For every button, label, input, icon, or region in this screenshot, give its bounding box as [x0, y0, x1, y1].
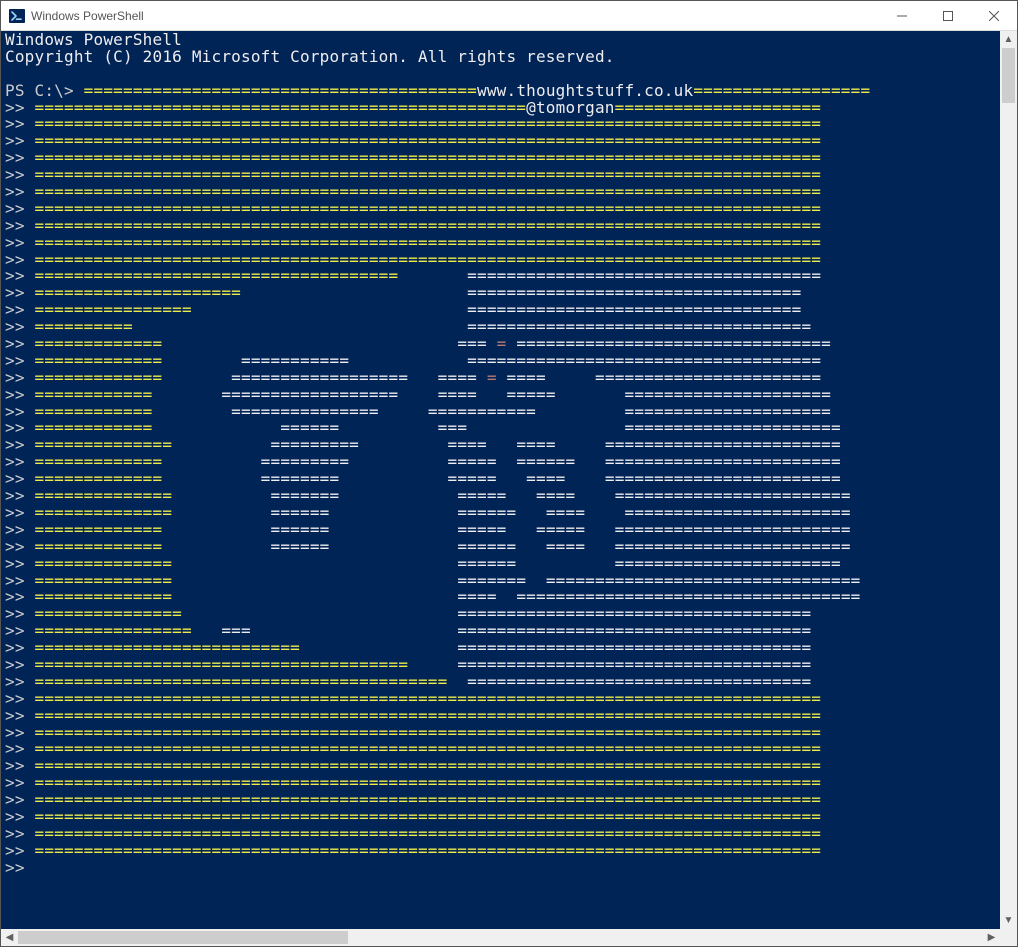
console-line: Copyright (C) 2016 Microsoft Corporation… — [5, 49, 1000, 66]
vertical-scroll-track[interactable] — [1000, 48, 1017, 912]
horizontal-scrollbar[interactable]: ◀ ▶ — [1, 929, 1017, 946]
scroll-down-arrow-icon[interactable]: ▼ — [1000, 912, 1017, 929]
scrollbar-corner — [1000, 929, 1017, 946]
powershell-icon — [9, 8, 25, 24]
horizontal-scroll-thumb[interactable] — [18, 931, 348, 944]
console-line: >> =====================================… — [5, 843, 1000, 860]
scroll-up-arrow-icon[interactable]: ▲ — [1000, 31, 1017, 48]
title-bar[interactable]: Windows PowerShell — [1, 1, 1017, 31]
scroll-right-arrow-icon[interactable]: ▶ — [983, 929, 1000, 946]
vertical-scrollbar[interactable]: ▲ ▼ — [1000, 31, 1017, 929]
console-area: Windows PowerShellCopyright (C) 2016 Mic… — [1, 31, 1017, 946]
powershell-window: Windows PowerShell Windows PowerShellCop… — [0, 0, 1018, 947]
console-output[interactable]: Windows PowerShellCopyright (C) 2016 Mic… — [1, 31, 1000, 929]
maximize-button[interactable] — [925, 1, 971, 30]
minimize-button[interactable] — [879, 1, 925, 30]
window-controls — [879, 1, 1017, 30]
scroll-left-arrow-icon[interactable]: ◀ — [1, 929, 18, 946]
horizontal-scroll-track[interactable] — [18, 929, 983, 946]
vertical-scroll-thumb[interactable] — [1002, 48, 1015, 103]
close-button[interactable] — [971, 1, 1017, 30]
window-title: Windows PowerShell — [31, 9, 144, 23]
console-line: >> — [5, 860, 1000, 877]
